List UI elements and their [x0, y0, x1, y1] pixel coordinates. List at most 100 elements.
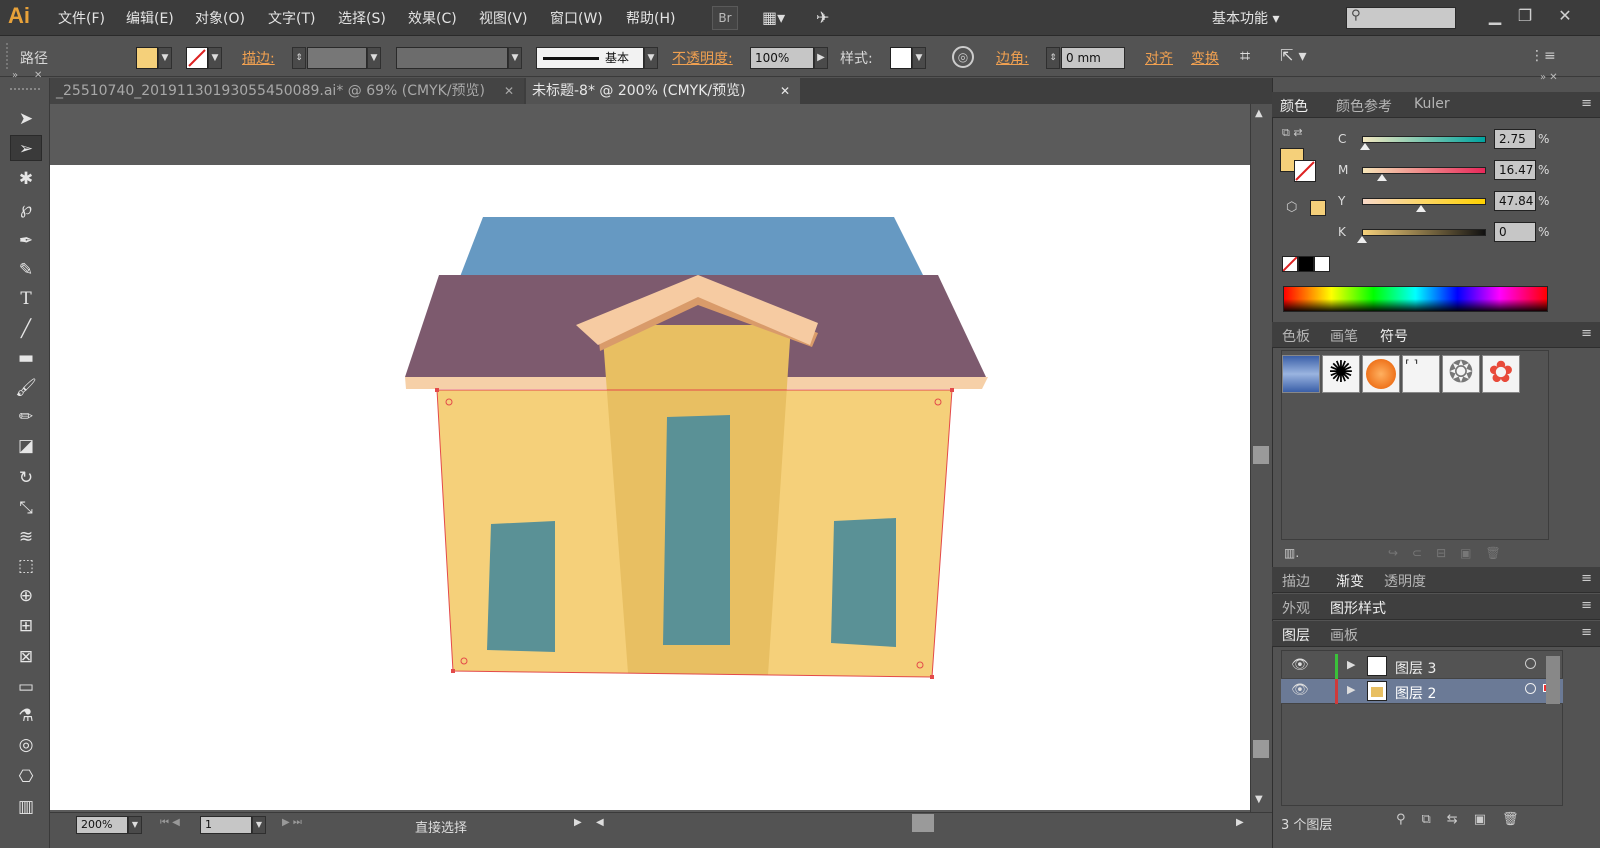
anchor-point[interactable]: [435, 388, 439, 392]
channel-slider-track[interactable]: [1362, 198, 1486, 205]
symbol-flower[interactable]: ✿: [1482, 355, 1520, 393]
black-swatch[interactable]: [1298, 256, 1314, 272]
isolate-icon[interactable]: ⌗: [1240, 46, 1250, 67]
symbol-ink-splat[interactable]: ✺: [1322, 355, 1360, 393]
channel-slider-track[interactable]: [1362, 136, 1486, 143]
recolor-artwork-icon[interactable]: ◎: [952, 46, 974, 68]
close-toolbar-icon[interactable]: ✕: [34, 70, 42, 81]
stroke-weight-stepper[interactable]: ⇕: [292, 47, 306, 69]
symbol-orange-button[interactable]: [1362, 355, 1400, 393]
channel-slider-track[interactable]: [1362, 167, 1486, 174]
width-tool-icon[interactable]: ≋: [10, 524, 42, 550]
stroke-label[interactable]: 描边:: [242, 48, 275, 68]
align-link[interactable]: 对齐: [1145, 48, 1173, 68]
channel-value-field[interactable]: 47.84: [1494, 191, 1536, 211]
eraser-tool-icon[interactable]: ◪: [10, 433, 42, 459]
scroll-right-icon[interactable]: ▶: [1236, 817, 1244, 828]
fill-dropdown[interactable]: ▼: [158, 47, 172, 69]
graphic-style-swatch[interactable]: [890, 47, 912, 69]
collapse-dock-icon[interactable]: » ✕: [1540, 72, 1558, 83]
menu-select[interactable]: 选择(S): [338, 8, 386, 28]
arrange-documents-icon[interactable]: ▦▾: [762, 8, 794, 28]
opacity-flyout[interactable]: ▶: [814, 47, 828, 69]
symbol-wreath[interactable]: ❂: [1442, 355, 1480, 393]
expand-triangle-icon[interactable]: ▶: [1347, 683, 1355, 696]
eyedropper-tool-icon[interactable]: ⚗: [10, 703, 42, 729]
tab-document-1[interactable]: _25510740_20191130193055450089.ai* @ 69%…: [50, 78, 524, 104]
panel-menu-icon[interactable]: ≡: [1581, 571, 1592, 586]
tab-color-guide[interactable]: 颜色参考: [1336, 96, 1392, 116]
menu-edit[interactable]: 编辑(E): [126, 8, 174, 28]
channel-value-field[interactable]: 0: [1494, 222, 1536, 242]
brush-definition-field[interactable]: 基本: [536, 47, 644, 69]
bridge-button[interactable]: Br: [712, 6, 738, 30]
rectangle-tool-icon[interactable]: ▬: [10, 345, 42, 371]
panel-menu-icon[interactable]: ≡: [1581, 326, 1592, 341]
menu-file[interactable]: 文件(F): [58, 8, 105, 28]
horizontal-scroll-thumb[interactable]: [912, 814, 934, 832]
opacity-field[interactable]: 100%: [750, 47, 814, 69]
paintbrush-tool-icon[interactable]: 🖌: [10, 375, 42, 401]
blend-tool-icon[interactable]: ◎: [10, 732, 42, 758]
selection-tool-icon[interactable]: ➤: [10, 106, 42, 132]
channel-value-field[interactable]: 2.75: [1494, 129, 1536, 149]
rotate-tool-icon[interactable]: ↻: [10, 465, 42, 491]
gamut-swatch[interactable]: [1310, 200, 1326, 216]
artboard-number-field[interactable]: 1: [200, 816, 252, 834]
control-panel-menu-icon[interactable]: ⋮≡: [1530, 48, 1556, 64]
tab-transparency[interactable]: 透明度: [1384, 571, 1426, 591]
symbol-actions-icons[interactable]: ↪⊂⊟▣🗑: [1388, 546, 1515, 560]
channel-slider-thumb[interactable]: [1416, 205, 1427, 212]
pen-tool-icon[interactable]: ✒: [10, 228, 42, 254]
opacity-label[interactable]: 不透明度:: [672, 48, 733, 68]
channel-slider-thumb[interactable]: [1377, 174, 1388, 181]
target-icon[interactable]: [1525, 683, 1536, 694]
tab-color[interactable]: 颜色: [1280, 96, 1308, 116]
curvature-tool-icon[interactable]: ✎: [10, 257, 42, 283]
close-button[interactable]: ✕: [1550, 4, 1580, 28]
shape-builder-tool-icon[interactable]: ⊕: [10, 583, 42, 609]
first-artboard-icon[interactable]: ⏮ ◀: [160, 817, 180, 828]
tab-symbols[interactable]: 符号: [1380, 326, 1408, 346]
vertical-scroll-thumb[interactable]: [1253, 446, 1269, 464]
tab-graphic-styles[interactable]: 图形样式: [1330, 598, 1386, 618]
default-colors-icon[interactable]: ⧉ ⇄: [1282, 126, 1303, 140]
scroll-up-icon[interactable]: ▲: [1255, 108, 1263, 119]
scale-tool-icon[interactable]: ⤡: [10, 495, 42, 521]
layer-row-selected[interactable]: 👁 ▶ 图层 2: [1281, 679, 1563, 704]
none-color-swatch[interactable]: [1282, 256, 1298, 272]
tab-artboards[interactable]: 画板: [1330, 625, 1358, 645]
center-window[interactable]: [663, 415, 730, 645]
symbol-sprayer-tool-icon[interactable]: ⎔: [10, 764, 42, 790]
tab-brushes[interactable]: 画笔: [1330, 326, 1358, 346]
search-input[interactable]: ⚲: [1346, 7, 1456, 29]
lasso-tool-icon[interactable]: ℘: [10, 196, 42, 222]
panel-menu-icon[interactable]: ≡: [1581, 598, 1592, 613]
white-swatch[interactable]: [1314, 256, 1330, 272]
status-menu-icon[interactable]: ▶: [574, 817, 582, 828]
vertical-scroll-thumb-2[interactable]: [1253, 740, 1269, 758]
restore-button[interactable]: ❐: [1510, 4, 1540, 28]
layer-row[interactable]: 👁 ▶ 图层 3: [1281, 654, 1563, 679]
column-graph-tool-icon[interactable]: ▥: [10, 794, 42, 820]
corner-radius-field[interactable]: 0 mm: [1061, 47, 1125, 69]
last-artboard-icon[interactable]: ▶ ⏭: [282, 817, 302, 828]
anchor-point[interactable]: [451, 669, 455, 673]
free-transform-tool-icon[interactable]: ⬚: [10, 553, 42, 579]
magic-wand-tool-icon[interactable]: ✱: [10, 166, 42, 192]
close-tab-icon[interactable]: ✕: [504, 78, 514, 104]
tab-appearance[interactable]: 外观: [1282, 598, 1310, 618]
right-window[interactable]: [831, 518, 896, 647]
target-icon[interactable]: [1525, 658, 1536, 669]
anchor-point[interactable]: [930, 675, 934, 679]
tab-kuler[interactable]: Kuler: [1414, 96, 1450, 112]
panel-menu-icon[interactable]: ≡: [1581, 96, 1592, 111]
tab-stroke[interactable]: 描边: [1282, 571, 1310, 591]
symbol-dotted-corner[interactable]: ⸢ ⸣: [1402, 355, 1440, 393]
visibility-eye-icon[interactable]: 👁: [1291, 682, 1309, 698]
symbol-blue-banner[interactable]: [1282, 355, 1320, 393]
channel-slider-thumb[interactable]: [1357, 236, 1367, 243]
panel-stroke-swatch[interactable]: [1294, 160, 1316, 182]
panel-menu-icon[interactable]: ≡: [1581, 625, 1592, 640]
brush-dropdown[interactable]: ▼: [644, 47, 658, 69]
